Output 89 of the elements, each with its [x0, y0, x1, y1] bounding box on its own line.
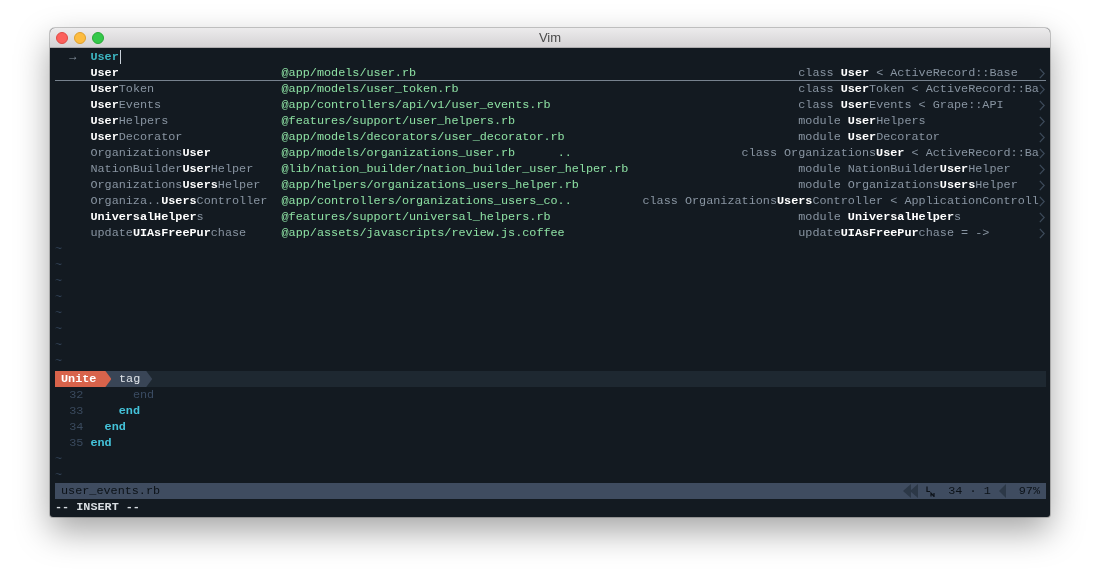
separator-arrow-icon	[998, 484, 1006, 498]
tilde-marker: ~	[55, 467, 63, 483]
file-path: @app/models/user_token.rb	[281, 81, 459, 97]
code-text: end	[118, 403, 140, 419]
definition-text: module OrganizationsUsersHelper	[798, 177, 1018, 193]
tilde-marker: ~	[55, 289, 63, 305]
window-title: Vim	[538, 30, 562, 45]
zoom-button[interactable]	[92, 31, 104, 44]
definition-text: class UserToken < ActiveRecord::Ba	[798, 81, 1039, 97]
file-path: @lib/nation_builder/nation_builder_user_helper.rb	[281, 161, 629, 177]
symbol-name: NationBuilderUserHelper	[90, 162, 254, 176]
result-row[interactable]: UserEvents @app/controllers/api/v1/user_events.rb class UserEvents < Grape::API	[55, 97, 1046, 113]
file-path: @features/support/user_helpers.rb	[281, 113, 516, 129]
definition-text: module UserDecorator	[798, 129, 940, 145]
plugin-segment: Unite	[55, 371, 112, 387]
chevron-icon	[1038, 131, 1045, 143]
symbol-name: updateUIAsFreePurchase	[90, 226, 247, 240]
result-row[interactable]: UserDecorator @app/models/decorators/user_decorator.rb module UserDecorator	[55, 129, 1046, 145]
chevron-icon	[1038, 179, 1045, 191]
file-path: @app/controllers/api/v1/user_events.rb	[281, 97, 551, 113]
scroll-percent: 97%	[1018, 483, 1040, 499]
minimize-button[interactable]	[74, 31, 86, 44]
definition-text: module UniversalHelpers	[798, 209, 962, 225]
definition-text: class UserEvents < Grape::API	[798, 97, 1004, 113]
chevron-icon	[1038, 147, 1045, 159]
symbol-name: OrganizationsUser	[90, 146, 211, 160]
definition-text: updateUIAsFreePurchase = ->	[798, 225, 990, 241]
definition-text: class OrganizationsUsersController < ApplicationControll	[642, 193, 1039, 209]
symbol-name: Organiza..UsersController	[90, 194, 268, 208]
tilde-marker: ~	[55, 305, 63, 321]
file-path: @app/assets/javascripts/review.js.coffee	[281, 225, 565, 241]
symbol-name: UserDecorator	[90, 130, 183, 144]
chevron-icon	[1038, 195, 1045, 207]
file-path: @features/support/universal_helpers.rb	[281, 209, 551, 225]
result-row[interactable]: NationBuilderUserHelper @lib/nation_builder/nation_builder_user_helper.rb module NationBuilderUserHelper	[55, 161, 1046, 177]
tilde-marker: ~	[55, 321, 63, 337]
tilde-marker: ~	[55, 273, 63, 289]
file-path: @app/models/user.rb	[281, 65, 417, 81]
mode-indicator: -- INSERT --	[55, 500, 140, 514]
code-text: end	[104, 419, 126, 435]
symbol-name: UserEvents	[90, 98, 162, 112]
tilde-marker: ~	[55, 337, 63, 353]
text-cursor-icon	[119, 50, 121, 64]
code-text: end	[90, 435, 112, 451]
result-row[interactable]: OrganizationsUsersHelper @app/helpers/organizations_users_helper.rb module OrganizationsUsersHelper	[55, 177, 1046, 193]
result-row[interactable]: User @app/models/user.rb class User < ActiveRecord::Base	[55, 65, 1046, 81]
chevron-icon	[1038, 163, 1045, 175]
line-number: 35	[69, 436, 84, 450]
result-row[interactable]: Organiza..UsersController @app/controllers/organizations_users_co.. class OrganizationsUsersController < ApplicationControll	[55, 193, 1046, 209]
symbol-name: OrganizationsUsersHelper	[90, 178, 261, 192]
definition-text: class OrganizationsUser < ActiveRecord::Ba	[741, 145, 1039, 161]
chevron-icon	[1038, 99, 1045, 111]
result-row[interactable]: UniversalHelpers @features/support/universal_helpers.rb module UniversalHelpers	[55, 209, 1046, 225]
definition-text: class User < ActiveRecord::Base	[798, 65, 1018, 81]
tilde-marker: ~	[55, 451, 63, 467]
symbol-name: UserToken	[90, 82, 155, 96]
symbol-name: UserHelpers	[90, 114, 169, 128]
chevron-icon	[1038, 115, 1045, 127]
file-path: @app/models/organizations_user.rb	[281, 145, 516, 161]
symbol-name: User	[90, 66, 119, 80]
separator-arrows-icon	[903, 484, 919, 498]
tilde-marker: ~	[55, 257, 63, 273]
result-row[interactable]: UserHelpers @features/support/user_helpers.rb module UserHelpers	[55, 113, 1046, 129]
prompt-symbol: →	[69, 49, 77, 65]
chevron-icon	[1038, 83, 1045, 95]
line-number-icon	[926, 485, 936, 497]
file-name: user_events.rb	[61, 483, 161, 499]
line-number: 33	[69, 404, 84, 418]
tilde-marker: ~	[55, 241, 63, 257]
result-row[interactable]: UserToken @app/models/user_token.rb class UserToken < ActiveRecord::Ba	[55, 81, 1046, 97]
line-number: 34	[69, 420, 84, 434]
symbol-name: UniversalHelpers	[90, 210, 204, 224]
result-row[interactable]: updateUIAsFreePurchase @app/assets/javascripts/review.js.coffee updateUIAsFreePurchase = ->	[55, 225, 1046, 241]
chevron-icon	[1038, 67, 1045, 79]
file-path: @app/models/decorators/user_decorator.rb	[281, 129, 565, 145]
close-button[interactable]	[56, 31, 68, 44]
definition-text: module NationBuilderUserHelper	[798, 161, 1011, 177]
line-number: 32	[69, 388, 84, 402]
chevron-icon	[1038, 211, 1045, 223]
tilde-marker: ~	[55, 353, 63, 369]
file-path: @app/helpers/organizations_users_helper.rb	[281, 177, 579, 193]
file-path: @app/controllers/organizations_users_co..	[281, 193, 572, 209]
result-row[interactable]: OrganizationsUser @app/models/organizations_user.rb .. class OrganizationsUser < ActiveRecord::Ba	[55, 145, 1046, 161]
chevron-icon	[1038, 227, 1045, 239]
code-text: end	[132, 387, 155, 403]
search-input[interactable]: User	[90, 49, 121, 65]
cursor-position: 34 · 1	[948, 483, 991, 499]
definition-text: module UserHelpers	[798, 113, 926, 129]
path-ellipsis: ..	[557, 145, 572, 161]
